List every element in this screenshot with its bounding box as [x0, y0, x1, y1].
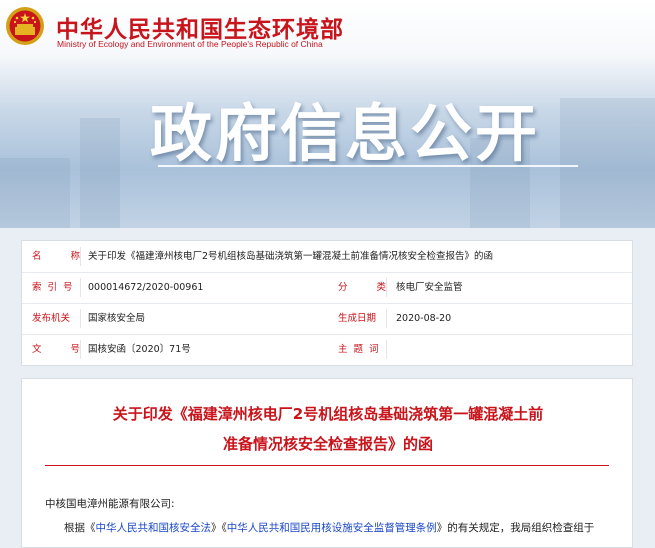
name-label: 名 称 — [32, 251, 94, 262]
ministry-name-en[interactable]: Ministry of Ecology and Environment of t… — [57, 39, 323, 49]
document-metadata-table: 名 称 关于印发《福建漳州核电厂2号机组核岛基础浇筑第一罐混凝土前准备情况核安全… — [21, 240, 633, 366]
column-divider — [386, 340, 387, 359]
header-banner: 中华人民共和国生态环境部 Ministry of Ecology and Env… — [0, 0, 655, 228]
date-label: 生成日期 — [338, 313, 377, 324]
banner-decoration — [80, 118, 120, 228]
topic-label: 主题词 — [338, 344, 385, 355]
banner-divider — [158, 165, 578, 167]
docno-label: 文 号 — [32, 344, 94, 355]
body-paragraph: 根据《中华人民共和国核安全法》《中华人民共和国民用核设施安全监督管理条例》的有关… — [64, 520, 594, 535]
body-suffix: 》的有关规定，我局组织检查组于 — [436, 522, 595, 534]
column-divider — [386, 309, 387, 328]
name-value: 关于印发《福建漳州核电厂2号机组核岛基础浇筑第一罐混凝土前准备情况核安全检查报告… — [88, 251, 494, 262]
category-label: 分 类 — [338, 282, 400, 293]
banner-decoration — [560, 98, 655, 228]
index-label: 索引号 — [32, 282, 79, 293]
recipient: 中核国电漳州能源有限公司: — [45, 498, 175, 510]
national-emblem-icon[interactable] — [5, 6, 45, 46]
docno-value: 国核安函〔2020〕71号 — [88, 344, 191, 355]
column-divider — [80, 247, 81, 266]
document-content: 关于印发《福建漳州核电厂2号机组核岛基础浇筑第一罐混凝土前 准备情况核安全检查报… — [21, 378, 633, 548]
metadata-row-name: 名 称 关于印发《福建漳州核电厂2号机组核岛基础浇筑第一罐混凝土前准备情况核安全… — [22, 241, 632, 273]
title-divider — [45, 465, 609, 466]
civil-nuclear-regulation-link[interactable]: 中华人民共和国民用核设施安全监督管理条例 — [227, 522, 437, 534]
banner-decoration — [0, 158, 70, 228]
body-mid: 》《 — [211, 522, 227, 534]
date-value: 2020-08-20 — [396, 313, 452, 324]
column-divider — [80, 340, 81, 359]
category-value: 核电厂安全监管 — [396, 282, 463, 293]
document-title-line-2: 准备情况核安全检查报告》的函 — [222, 435, 433, 453]
index-value: 000014672/2020-00961 — [88, 282, 204, 293]
column-divider — [80, 309, 81, 328]
metadata-row-index: 索引号 000014672/2020-00961 分 类 核电厂安全监管 — [22, 272, 632, 304]
issuer-label: 发布机关 — [32, 313, 71, 324]
column-divider — [386, 278, 387, 297]
body-prefix: 根据《 — [64, 522, 96, 534]
metadata-row-docno: 文 号 国核安函〔2020〕71号 主题词 — [22, 334, 632, 365]
issuer-value: 国家核安全局 — [88, 313, 146, 324]
metadata-row-issuer: 发布机关 国家核安全局 生成日期 2020-08-20 — [22, 303, 632, 335]
document-title-line-1: 关于印发《福建漳州核电厂2号机组核岛基础浇筑第一罐混凝土前 — [112, 405, 544, 423]
column-divider — [80, 278, 81, 297]
nuclear-safety-law-link[interactable]: 中华人民共和国核安全法 — [96, 522, 212, 534]
banner-title: 政府信息公开 — [150, 97, 541, 170]
